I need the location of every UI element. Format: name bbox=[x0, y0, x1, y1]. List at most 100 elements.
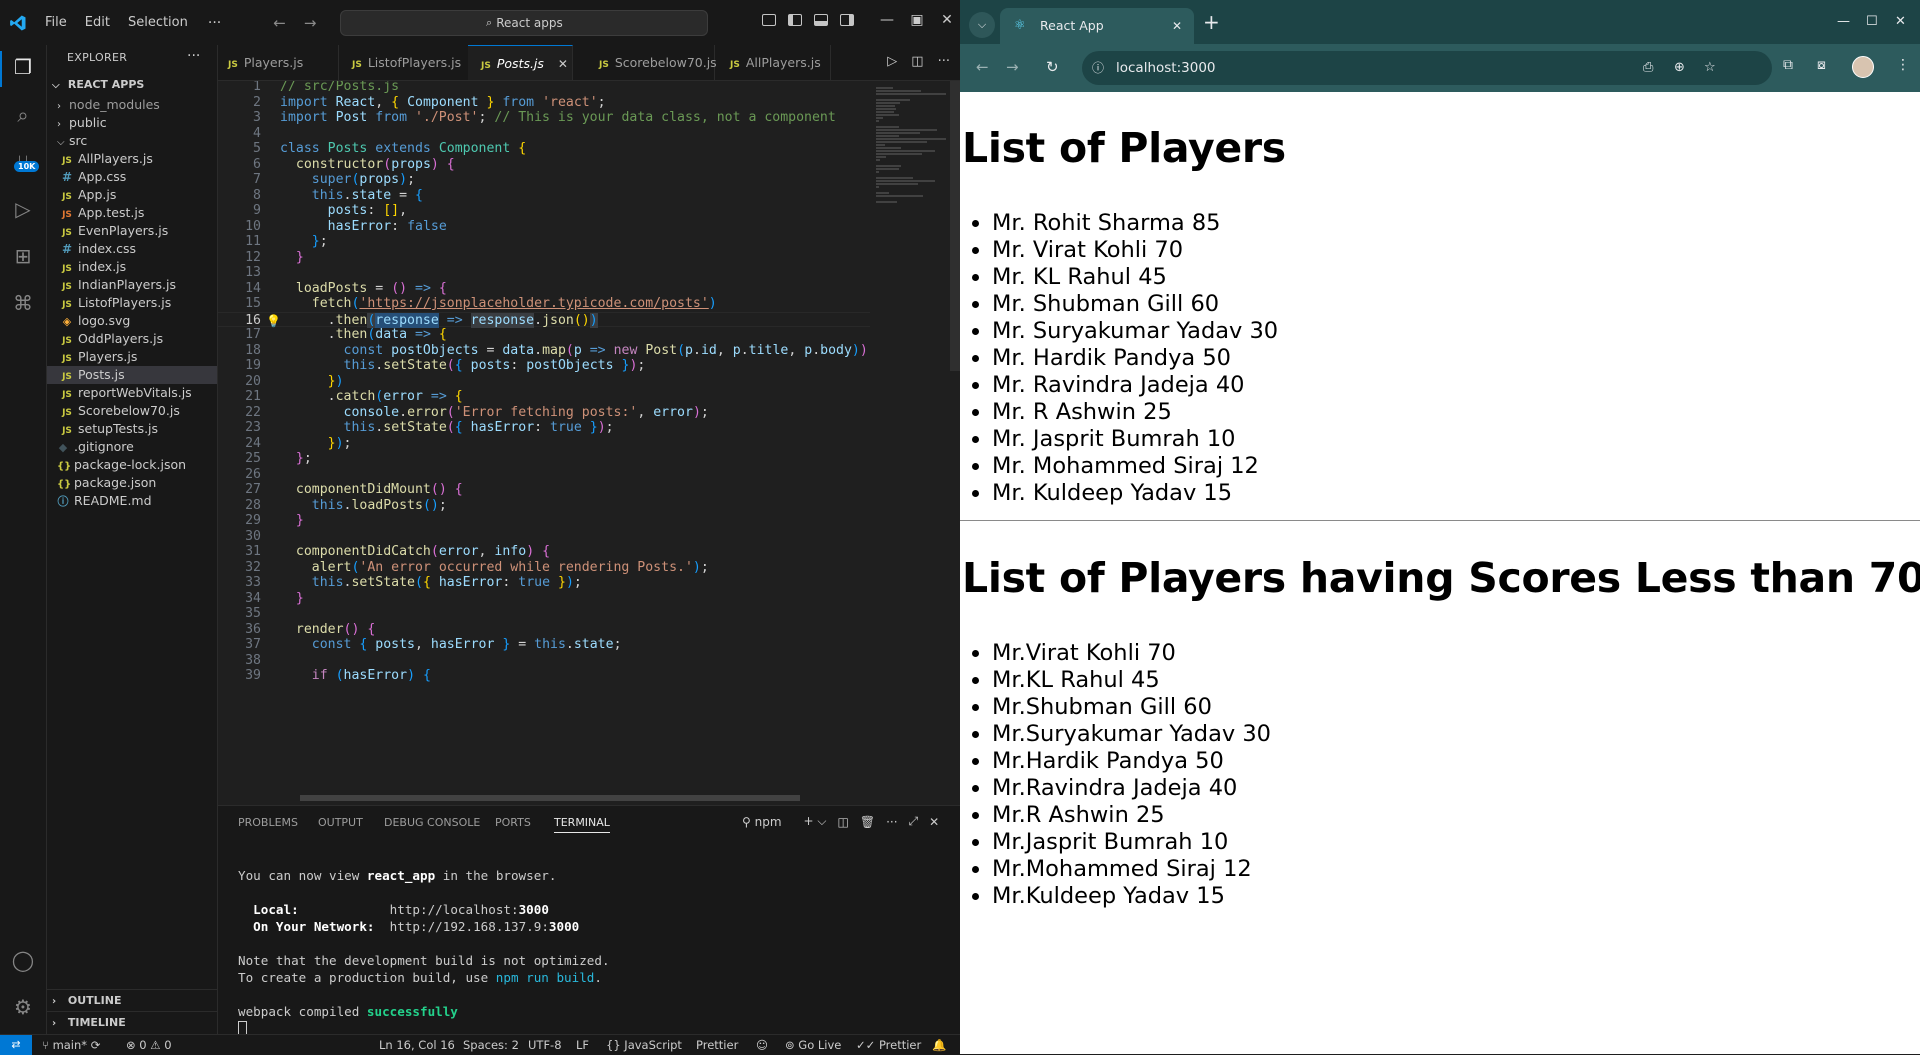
tree-file[interactable]: JS Scorebelow70.js bbox=[47, 402, 217, 420]
editor-more-icon[interactable]: ··· bbox=[938, 54, 950, 69]
code-line[interactable]: 30 bbox=[218, 529, 870, 545]
tree-folder[interactable]: › node_modules bbox=[47, 96, 217, 114]
outline-section[interactable]: › OUTLINE bbox=[47, 989, 217, 1012]
tree-file[interactable]: JS App.js bbox=[47, 186, 217, 204]
notifications-bell-icon[interactable]: 🔔 bbox=[932, 1035, 946, 1055]
tree-file[interactable]: {} package-lock.json bbox=[47, 456, 217, 474]
code-line[interactable]: 1 // src/Posts.js bbox=[218, 81, 870, 95]
code-line[interactable]: 4 bbox=[218, 126, 870, 142]
customize-layout-icon[interactable] bbox=[762, 14, 776, 26]
menu-selection[interactable]: Selection bbox=[128, 15, 188, 30]
code-line[interactable]: 15 fetch('https://jsonplaceholder.typico… bbox=[218, 296, 870, 312]
go-live-button[interactable]: ⊚ Go Live bbox=[785, 1035, 841, 1055]
code-line[interactable]: 2 import React, { Component } from 'react… bbox=[218, 95, 870, 111]
copilot-icon[interactable]: ☺ bbox=[756, 1035, 768, 1055]
close-tab-icon[interactable]: ✕ bbox=[1172, 8, 1182, 44]
code-line[interactable]: 25 }; bbox=[218, 451, 870, 467]
code-line[interactable]: 12 } bbox=[218, 250, 870, 266]
tree-file[interactable]: ⓘ README.md bbox=[47, 492, 217, 510]
minimize-icon[interactable]: — bbox=[1837, 14, 1850, 29]
manage-gear-icon[interactable]: ⚙ bbox=[11, 995, 35, 1019]
toggle-panel-icon[interactable] bbox=[814, 14, 828, 26]
tree-file[interactable]: ◆ .gitignore bbox=[47, 438, 217, 456]
code-line[interactable]: 20 }) bbox=[218, 374, 870, 390]
code-line[interactable]: 28 this.loadPosts(); bbox=[218, 498, 870, 514]
command-center-search[interactable]: ⌕ React apps bbox=[340, 9, 709, 36]
code-line[interactable]: 3 import Post from './Post'; // This is y… bbox=[218, 110, 870, 126]
code-line[interactable]: 19 this.setState({ posts: postObjects })… bbox=[218, 358, 870, 374]
run-file-icon[interactable]: ▷ bbox=[887, 54, 897, 69]
tab-listofplayers[interactable]: JS ListofPlayers.js bbox=[338, 45, 473, 80]
tree-file[interactable]: JS ListofPlayers.js bbox=[47, 294, 217, 312]
code-line[interactable]: 6 constructor(props) { bbox=[218, 157, 870, 173]
split-terminal-icon[interactable]: ◫ bbox=[838, 815, 849, 829]
code-line[interactable]: 18 const postObjects = data.map(p => new… bbox=[218, 343, 870, 359]
close-tab-icon[interactable]: ✕ bbox=[558, 57, 568, 71]
code-line[interactable]: 16 💡 .then(response => response.json()) bbox=[218, 311, 870, 328]
remote-explorer-icon[interactable]: ⌘ bbox=[11, 291, 35, 315]
back-arrow-icon[interactable]: ← bbox=[273, 14, 286, 32]
reload-icon[interactable]: ↻ bbox=[1046, 58, 1059, 76]
minimize-icon[interactable]: — bbox=[872, 12, 902, 28]
forward-arrow-icon[interactable]: → bbox=[1006, 58, 1019, 76]
back-arrow-icon[interactable]: ← bbox=[976, 58, 989, 76]
cursor-position[interactable]: Ln 16, Col 16 bbox=[379, 1035, 455, 1055]
language-status[interactable]: {} JavaScript bbox=[606, 1035, 682, 1055]
eol-status[interactable]: LF bbox=[576, 1035, 589, 1055]
kill-terminal-icon[interactable]: 🗑 bbox=[860, 815, 875, 829]
tree-file[interactable]: # index.css bbox=[47, 240, 217, 258]
new-terminal-icon[interactable]: + ⌵ bbox=[804, 814, 827, 829]
code-line[interactable]: 22 console.error('Error fetching posts:'… bbox=[218, 405, 870, 421]
panel-tab-ports[interactable]: PORTS bbox=[495, 816, 531, 829]
extensions-icon[interactable]: ⊞ bbox=[11, 244, 35, 268]
search-view-icon[interactable]: ⌕ bbox=[11, 103, 35, 127]
chrome-menu-icon[interactable]: ⋮ bbox=[1896, 57, 1910, 73]
close-window-icon[interactable]: ✕ bbox=[932, 12, 962, 28]
code-line[interactable]: 23 this.setState({ hasError: true }); bbox=[218, 420, 870, 436]
explorer-files-icon[interactable]: ❐ bbox=[11, 55, 35, 79]
menu-edit[interactable]: Edit bbox=[85, 15, 110, 30]
maximize-panel-icon[interactable]: ⤢ bbox=[909, 814, 919, 829]
toggle-secondary-sidebar-icon[interactable] bbox=[840, 14, 854, 26]
code-line[interactable]: 17 .then(data => { bbox=[218, 327, 870, 343]
minimap[interactable] bbox=[870, 81, 952, 801]
code-line[interactable]: 32 alert('An error occurred while render… bbox=[218, 560, 870, 576]
maximize-icon[interactable]: ☐ bbox=[1866, 14, 1878, 29]
tree-file[interactable]: JS index.js bbox=[47, 258, 217, 276]
remote-indicator-icon[interactable]: ⇄ bbox=[0, 1035, 32, 1055]
panel-tab-terminal[interactable]: TERMINAL bbox=[554, 816, 610, 833]
install-app-icon[interactable]: ⎙ bbox=[1643, 51, 1653, 85]
explorer-more-icon[interactable]: ··· bbox=[187, 48, 200, 64]
code-editor[interactable]: 1 // src/Posts.js 2 import React, { Compone… bbox=[218, 81, 870, 801]
tree-folder[interactable]: ⌵ src bbox=[47, 132, 217, 150]
split-editor-icon[interactable]: ◫ bbox=[911, 54, 923, 69]
bookmark-star-icon[interactable]: ☆ bbox=[1704, 51, 1716, 85]
problems-status[interactable]: ⊗ 0 ⚠ 0 bbox=[126, 1035, 172, 1055]
maximize-icon[interactable]: ▣ bbox=[902, 12, 932, 28]
code-line[interactable]: 34 } bbox=[218, 591, 870, 607]
editor-horizontal-scrollbar[interactable] bbox=[300, 795, 800, 801]
tree-file[interactable]: JS OddPlayers.js bbox=[47, 330, 217, 348]
code-line[interactable]: 9 posts: [], bbox=[218, 203, 870, 219]
branch-status[interactable]: ⑂ main* ⟳ bbox=[42, 1035, 100, 1055]
tree-file[interactable]: {} package.json bbox=[47, 474, 217, 492]
code-line[interactable]: 37 const { posts, hasError } = this.stat… bbox=[218, 637, 870, 653]
tree-root-folder[interactable]: ⌵ REACT APPS bbox=[47, 74, 217, 96]
tree-file[interactable]: ◈ logo.svg bbox=[47, 312, 217, 330]
site-info-icon[interactable]: ⓘ bbox=[1092, 51, 1104, 85]
code-line[interactable]: 33 this.setState({ hasError: true }); bbox=[218, 575, 870, 591]
toggle-primary-sidebar-icon[interactable] bbox=[788, 14, 802, 26]
tab-scorebelow70[interactable]: JS Scorebelow70.js bbox=[585, 45, 717, 80]
menu-file[interactable]: File bbox=[45, 15, 67, 30]
tab-posts[interactable]: JS Posts.js ✕ bbox=[468, 45, 573, 80]
editor-vertical-scrollbar[interactable] bbox=[950, 81, 960, 371]
code-line[interactable]: 27 componentDidMount() { bbox=[218, 482, 870, 498]
code-line[interactable]: 36 render() { bbox=[218, 622, 870, 638]
browser-tab[interactable]: ⚛ React App ✕ bbox=[1000, 8, 1194, 44]
tree-file[interactable]: JS setupTests.js bbox=[47, 420, 217, 438]
code-line[interactable]: 14 loadPosts = () => { bbox=[218, 281, 870, 297]
more-menu-icon[interactable]: ··· bbox=[208, 15, 221, 31]
panel-more-icon[interactable]: ··· bbox=[886, 815, 897, 829]
code-line[interactable]: 10 hasError: false bbox=[218, 219, 870, 235]
tab-search-chevron-icon[interactable]: ⌵ bbox=[969, 12, 995, 38]
